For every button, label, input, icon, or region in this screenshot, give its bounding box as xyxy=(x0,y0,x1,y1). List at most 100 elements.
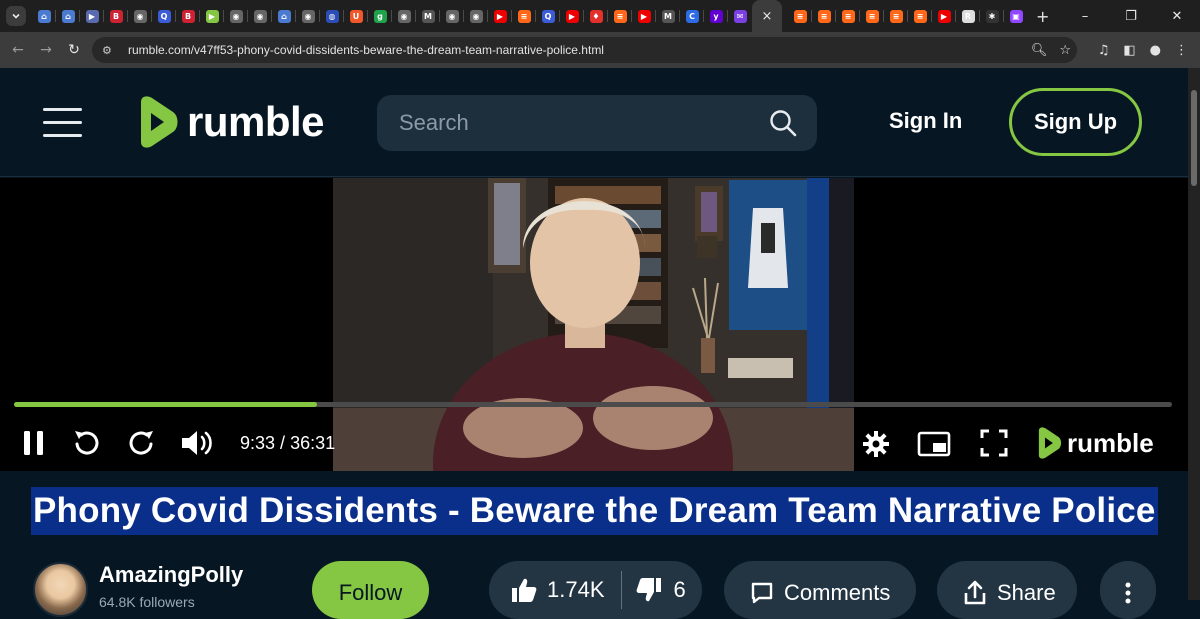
tab-substack-icon[interactable]: ≡ xyxy=(512,0,536,32)
more-tabs: ≡ ≡ ≡ ≡ ≡ ≡ ▶ R ✱ ▣ xyxy=(788,0,1028,32)
back-arrow-icon[interactable]: ← xyxy=(4,42,32,58)
tab-yahoo-icon[interactable]: y xyxy=(704,0,728,32)
like-button[interactable]: 1.74K xyxy=(489,561,621,619)
minimize-icon[interactable]: – xyxy=(1062,9,1108,24)
volume-icon[interactable] xyxy=(180,428,214,458)
dislike-button[interactable]: 6 xyxy=(622,561,702,619)
tab-substack-icon[interactable]: ≡ xyxy=(908,0,932,32)
window-controls: – ❐ ✕ xyxy=(1062,0,1200,32)
tab-substack-icon[interactable]: ≡ xyxy=(608,0,632,32)
new-tab-button[interactable]: + xyxy=(1036,7,1049,26)
tab-search-button[interactable] xyxy=(6,6,26,26)
channel-name[interactable]: AmazingPolly xyxy=(99,562,243,588)
share-icon xyxy=(964,580,986,605)
tab-substack-icon[interactable]: ≡ xyxy=(884,0,908,32)
tab-italic-icon[interactable]: M xyxy=(416,0,440,32)
globe-icon: ◉ xyxy=(301,9,315,23)
tab-youtube-icon[interactable]: ▶ xyxy=(560,0,584,32)
tab-substack-icon[interactable]: ≡ xyxy=(788,0,812,32)
share-button[interactable]: Share xyxy=(937,561,1077,619)
side-panel-icon[interactable]: ◧ xyxy=(1123,43,1135,58)
tab-shield-icon[interactable]: ⌂ xyxy=(32,0,56,32)
b-letter-icon: B xyxy=(181,9,195,23)
rewind-icon[interactable] xyxy=(72,428,100,458)
tab-globe-icon[interactable]: ◉ xyxy=(392,0,416,32)
tab-search-icon[interactable]: Q xyxy=(152,0,176,32)
tab-youtube-icon[interactable]: ▶ xyxy=(632,0,656,32)
tab-globe-icon[interactable]: ◉ xyxy=(464,0,488,32)
tab-shield-icon[interactable]: ⌂ xyxy=(272,0,296,32)
bookmark-star-icon[interactable]: ☆ xyxy=(1059,43,1071,58)
tab-brave-icon[interactable]: U xyxy=(344,0,368,32)
picture-in-picture-icon[interactable] xyxy=(917,431,951,457)
substack-icon: ≡ xyxy=(889,9,903,23)
video-player[interactable]: 9:33 / 36:31 rumble xyxy=(0,178,1188,471)
forward-arrow-icon[interactable]: → xyxy=(32,42,60,58)
media-controls-icon[interactable]: ♫ xyxy=(1098,43,1110,58)
substack-icon: ≡ xyxy=(817,9,831,23)
more-options-button[interactable] xyxy=(1100,561,1156,619)
reload-icon[interactable]: ↻ xyxy=(60,42,88,58)
fast-forward-icon[interactable] xyxy=(128,428,156,458)
globe-icon: ◉ xyxy=(469,9,483,23)
tab-g-letter-icon[interactable]: g xyxy=(368,0,392,32)
progress-bar[interactable] xyxy=(14,402,1172,407)
url-text[interactable]: rumble.com/v47ff53-phony-covid-dissident… xyxy=(128,43,604,57)
channel-avatar[interactable] xyxy=(33,562,88,617)
player-rumble-logo[interactable]: rumble xyxy=(1034,427,1154,459)
rumble-logo[interactable]: rumble xyxy=(133,96,325,148)
youtube-icon: ▶ xyxy=(937,9,951,23)
search-icon[interactable] xyxy=(769,109,797,137)
scrollbar-thumb[interactable] xyxy=(1191,90,1197,186)
youtube-icon: ▶ xyxy=(493,9,507,23)
menu-dots-icon[interactable]: ⋮ xyxy=(1175,43,1188,58)
tab-podcast-icon[interactable]: ♦ xyxy=(584,0,608,32)
maximize-icon[interactable]: ❐ xyxy=(1108,9,1154,24)
tab-b-letter-icon[interactable]: B xyxy=(104,0,128,32)
site-settings-icon[interactable]: ⚙ xyxy=(102,44,118,57)
tab-globe-icon[interactable]: ◉ xyxy=(224,0,248,32)
tab-youtube-icon[interactable]: ▶ xyxy=(488,0,512,32)
tab-search-icon[interactable]: Q xyxy=(536,0,560,32)
tab-mail-icon[interactable]: ✉ xyxy=(728,0,752,32)
comments-button[interactable]: Comments xyxy=(724,561,916,619)
tab-r-letter-icon[interactable]: R xyxy=(956,0,980,32)
tab-shield-icon[interactable]: ⌂ xyxy=(56,0,80,32)
italic-icon: M xyxy=(661,9,675,23)
tab-substack-icon[interactable]: ≡ xyxy=(836,0,860,32)
tab-globe-icon[interactable]: ◉ xyxy=(128,0,152,32)
tab-globe-icon[interactable]: ◉ xyxy=(248,0,272,32)
video-frame[interactable] xyxy=(333,178,854,471)
settings-gear-icon[interactable] xyxy=(863,431,889,457)
profile-icon[interactable]: ● xyxy=(1150,43,1161,58)
tab-c-letter-icon[interactable]: C xyxy=(680,0,704,32)
tab-youtube-icon[interactable]: ▶ xyxy=(932,0,956,32)
address-bar[interactable]: ⚙ rumble.com/v47ff53-phony-covid-disside… xyxy=(92,37,1077,63)
tab-bookmark-icon[interactable]: ▶ xyxy=(80,0,104,32)
tab-sphere-icon[interactable]: ◍ xyxy=(320,0,344,32)
tab-globe-icon[interactable]: ◉ xyxy=(296,0,320,32)
page-scrollbar[interactable] xyxy=(1188,68,1200,600)
tab-globe-icon[interactable]: ◉ xyxy=(440,0,464,32)
pause-icon[interactable] xyxy=(22,428,46,458)
sign-in-link[interactable]: Sign In xyxy=(889,108,962,134)
search-input[interactable] xyxy=(377,95,757,151)
tab-italic-icon[interactable]: M xyxy=(656,0,680,32)
fullscreen-icon[interactable] xyxy=(980,429,1008,457)
active-tab[interactable]: × xyxy=(752,0,782,32)
zoom-icon[interactable]: 🔍︎ xyxy=(1031,43,1048,58)
sign-up-button[interactable]: Sign Up xyxy=(1009,88,1142,156)
rumble-play-icon xyxy=(1038,427,1062,459)
close-window-icon[interactable]: ✕ xyxy=(1154,9,1200,24)
follow-button[interactable]: Follow xyxy=(312,561,429,619)
hamburger-menu-icon[interactable] xyxy=(43,108,82,137)
tab-substack-icon[interactable]: ≡ xyxy=(812,0,836,32)
tab-b-letter-icon[interactable]: B xyxy=(176,0,200,32)
tab-substack-icon[interactable]: ≡ xyxy=(860,0,884,32)
globe-icon: ◉ xyxy=(445,9,459,23)
tab-bug-icon[interactable]: ✱ xyxy=(980,0,1004,32)
close-tab-icon[interactable]: × xyxy=(762,9,773,24)
tab-rumble-icon[interactable]: ▶ xyxy=(200,0,224,32)
tab-twitch-icon[interactable]: ▣ xyxy=(1004,0,1028,32)
video-scene-image xyxy=(333,178,854,471)
